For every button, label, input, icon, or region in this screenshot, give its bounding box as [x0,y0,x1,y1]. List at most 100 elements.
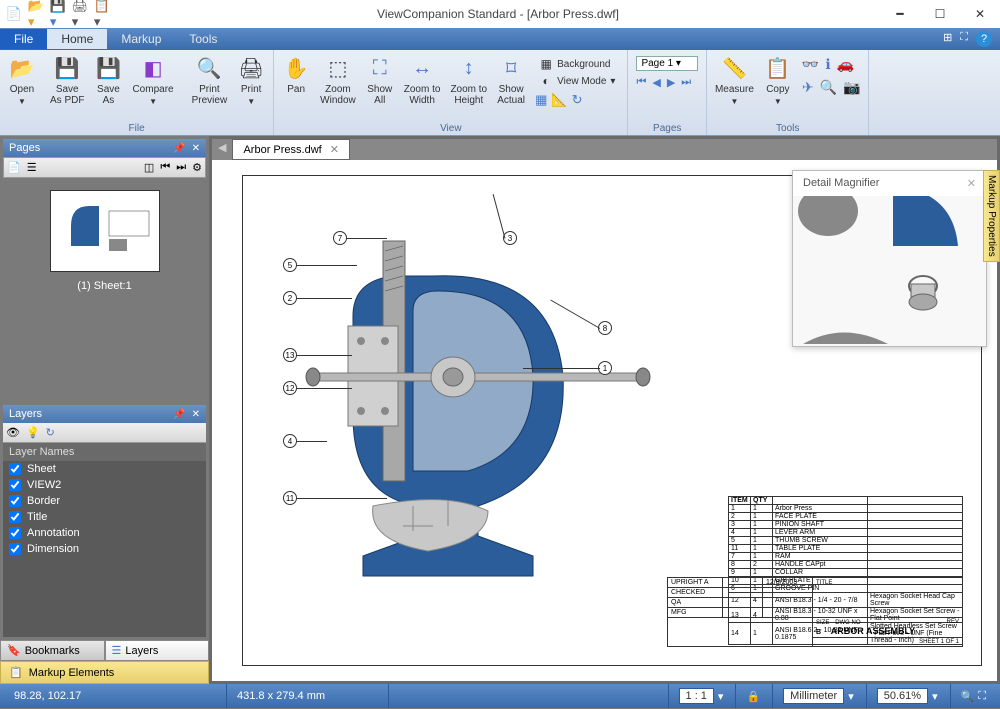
layer-row[interactable]: VIEW2 [3,477,206,493]
prev-page-icon[interactable]: ◀ [652,76,660,89]
close-icon[interactable]: ✕ [192,143,200,154]
tab-markup[interactable]: Markup [107,29,175,49]
save-as-button[interactable]: 💾Save As [90,52,126,108]
copy-button[interactable]: 📋Copy▼ [760,52,796,108]
bookmarks-tab[interactable]: 🔖Bookmarks [0,640,105,661]
list-icon[interactable]: ☰ [27,161,37,174]
open-button[interactable]: 📂Open▼ [4,52,40,108]
measure-button[interactable]: 📏Measure▼ [711,52,758,108]
zoom-width-button[interactable]: ↔Zoom to Width [400,52,445,108]
markup-elements-tab[interactable]: 📋Markup Elements [0,661,209,684]
lock-icon[interactable]: 🔒 [746,690,760,703]
fullscreen-icon[interactable]: ⛶ [960,31,968,47]
show-all-button[interactable]: ⛶Show All [362,52,398,108]
layer-checkbox[interactable] [9,527,21,539]
layer-row[interactable]: Title [3,509,206,525]
info-icon[interactable]: ℹ [825,56,830,73]
maximize-button[interactable]: ☐ [920,0,960,28]
actual-size-icon: ⌑ [497,54,525,82]
tab-nav-left[interactable]: ◀ [212,139,232,160]
overflow-icon[interactable]: 📋▾ [94,6,110,22]
status-scale[interactable]: 1 : 1 [679,688,714,704]
minimize-button[interactable]: ━ [880,0,920,28]
balloon: 5 [283,258,297,272]
print-button[interactable]: 🖨Print▼ [233,52,269,108]
fit-icon[interactable]: ⛶ [978,690,986,703]
help-icon[interactable]: ? [976,31,992,47]
bulb-icon[interactable]: 💡 [26,426,40,439]
pages-panel-header: Pages 📌✕ [3,139,206,157]
drawing-canvas[interactable]: 7 3 5 2 8 13 1 12 4 11 [212,160,997,681]
layer-row[interactable]: Annotation [3,525,206,541]
doc-icon[interactable]: 📄 [7,161,21,174]
next-page-icon[interactable]: ▶ [667,76,675,89]
print-icon[interactable]: 🖨▾ [72,6,88,22]
gear-icon[interactable]: ⚙ [192,161,202,174]
layer-checkbox[interactable] [9,479,21,491]
view-icon[interactable]: ◫ [144,161,154,174]
search-icon[interactable]: 🔍 [820,79,837,96]
layer-row[interactable]: Dimension [3,541,206,557]
balloon: 12 [283,381,297,395]
camera-icon[interactable]: 📷 [843,79,860,96]
hand-icon: ✋ [282,54,310,82]
background-icon: ▦ [539,57,553,71]
show-actual-button[interactable]: ⌑Show Actual [493,52,529,108]
layer-checkbox[interactable] [9,511,21,523]
layer-row[interactable]: Border [3,493,206,509]
plane-icon[interactable]: ✈ [802,79,814,96]
tab-tools[interactable]: Tools [175,29,231,49]
close-button[interactable]: ✕ [960,0,1000,28]
car-icon[interactable]: 🚗 [837,56,854,73]
pages-toolbar: 📄 ☰ ◫ ⏮ ⏭ ⚙ [3,157,206,178]
close-tab-icon[interactable]: ✕ [330,143,339,156]
layers-tab[interactable]: ☰Layers [105,640,210,661]
pin-icon[interactable]: 📌 [173,143,185,154]
save-pdf-button[interactable]: 💾Save As PDF [46,52,88,108]
page-thumbnail[interactable] [50,190,160,272]
window-title: ViewCompanion Standard - [Arbor Press.dw… [116,7,880,21]
view-mode-button[interactable]: ◐View Mode ▾ [535,73,619,89]
compare-button[interactable]: ◧Compare▼ [128,52,177,108]
tab-home[interactable]: Home [47,29,107,49]
nav-icon[interactable]: ⏭ [176,161,186,174]
page-selector[interactable]: Page 1 ▾ [636,56,698,71]
background-button[interactable]: ▦Background [535,56,619,72]
zoom-height-button[interactable]: ↕Zoom to Height [446,52,491,108]
layer-checkbox[interactable] [9,543,21,555]
close-icon[interactable]: ✕ [967,177,976,190]
zoom-in-icon[interactable]: 🔍 [961,690,975,703]
status-zoom[interactable]: 50.61% [877,688,928,704]
save-icon[interactable]: 💾▾ [50,6,66,22]
status-unit[interactable]: Millimeter [783,688,844,704]
rotate-icon[interactable]: ↻ [572,92,583,108]
zoom-window-button[interactable]: ⬚Zoom Window [316,52,360,108]
eye-icon[interactable]: 👁 [6,426,20,439]
grid-icon[interactable]: ▦ [535,92,547,108]
document-tab[interactable]: Arbor Press.dwf✕ [232,139,349,160]
detail-magnifier[interactable]: Detail Magnifier✕ [792,170,987,347]
refresh-icon[interactable]: ↻ [46,426,55,439]
window-arrange-icon[interactable]: ⊞ [943,31,952,47]
status-coords: 98.28, 102.17 [4,684,224,708]
pin-icon[interactable]: 📌 [173,409,185,420]
layer-checkbox[interactable] [9,495,21,507]
glasses-icon[interactable]: 👓 [802,56,819,73]
last-page-icon[interactable]: ⏭ [681,76,691,89]
first-page-icon[interactable]: ⏮ [636,76,646,89]
nav-icon[interactable]: ⏮ [160,161,170,174]
layer-checkbox[interactable] [9,463,21,475]
open-icon[interactable]: 📂▾ [28,6,44,22]
menu-bar: File Home Markup Tools ⊞ ⛶ ? [0,28,1000,50]
file-menu[interactable]: File [0,29,47,49]
pan-button[interactable]: ✋Pan [278,52,314,97]
close-icon[interactable]: ✕ [192,409,200,420]
ruler-icon[interactable]: 📐 [551,92,567,108]
print-preview-button[interactable]: 🔍Print Preview [188,52,232,108]
new-icon[interactable]: 📄 [6,6,22,22]
print-icon: 🖨 [237,54,265,82]
layer-row[interactable]: Sheet [3,461,206,477]
markup-properties-tab[interactable]: Markup Properties [983,170,1000,262]
balloon: 1 [598,361,612,375]
title-block: UPRIGHT A12/8/2003TITLE CHECKED QA MFG S… [667,577,963,647]
